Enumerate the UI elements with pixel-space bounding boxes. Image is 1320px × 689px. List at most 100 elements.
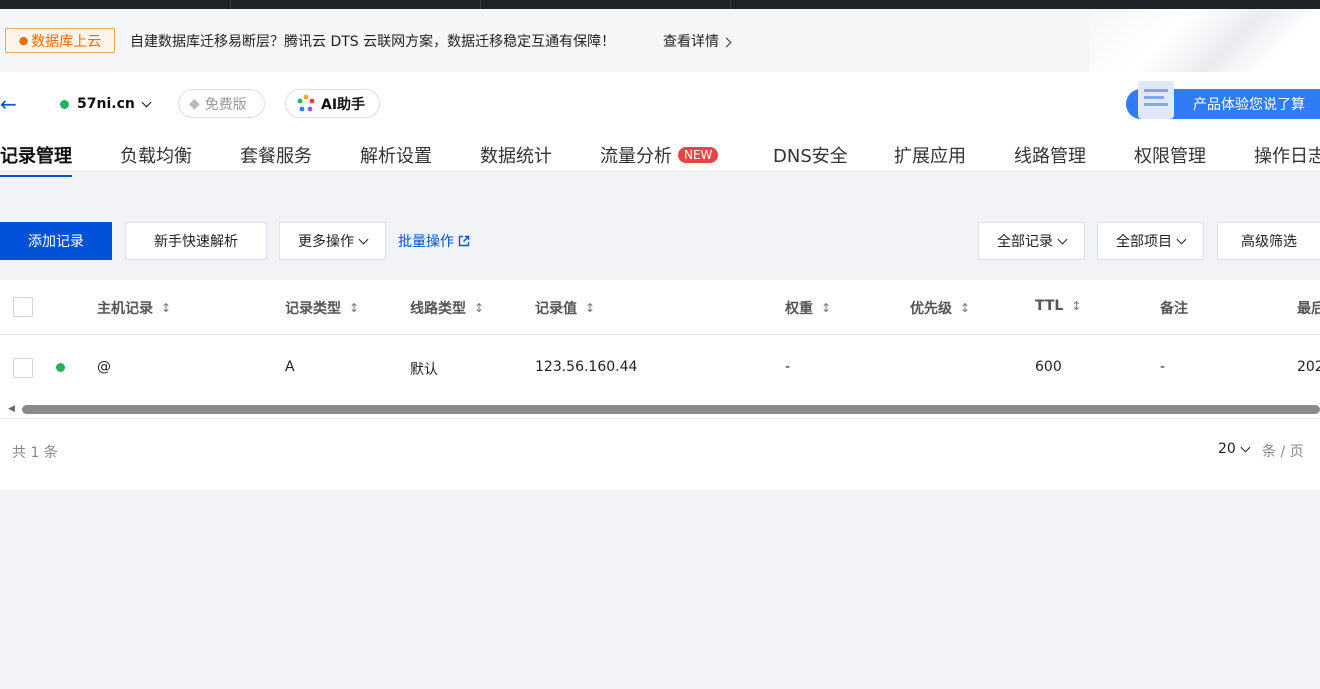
ai-assistant-button[interactable]: AI助手 bbox=[285, 89, 380, 118]
promo-link-label: 查看详情 bbox=[663, 34, 719, 50]
batch-actions-label: 批量操作 bbox=[398, 234, 454, 250]
status-dot bbox=[60, 99, 69, 109]
browser-top-bar bbox=[0, 0, 1320, 9]
sort-icon[interactable]: ↕ bbox=[161, 301, 171, 315]
sort-icon[interactable]: ↕ bbox=[349, 301, 359, 315]
tab-statistics[interactable]: 数据统计 bbox=[480, 142, 552, 168]
domain-selector[interactable]: 57ni.cn bbox=[60, 96, 152, 112]
page-size-value: 20 bbox=[1218, 441, 1236, 457]
chevron-down-icon bbox=[1176, 234, 1187, 244]
tab-settings[interactable]: 解析设置 bbox=[360, 142, 432, 168]
external-link-icon bbox=[458, 235, 470, 247]
column-header-weight: 权重 ↕ bbox=[785, 298, 831, 318]
tab-dns-security[interactable]: DNS安全 bbox=[773, 142, 848, 168]
chevron-down-icon bbox=[1240, 442, 1251, 452]
column-label: 权重 bbox=[785, 301, 813, 317]
batch-actions-link[interactable]: 批量操作 bbox=[398, 222, 470, 260]
column-label: 主机记录 bbox=[97, 301, 153, 317]
promo-text: 自建数据库迁移易断层？腾讯云 DTS 云联网方案，数据迁移稳定互通有保障！ bbox=[130, 34, 616, 50]
feedback-button[interactable]: 产品体验您说了算 bbox=[1126, 81, 1320, 119]
tab-traffic[interactable]: 流量分析 NEW bbox=[600, 142, 719, 168]
column-label: 记录类型 bbox=[285, 301, 341, 317]
tab-plan[interactable]: 套餐服务 bbox=[240, 142, 312, 168]
column-header-priority: 优先级 ↕ bbox=[910, 298, 970, 318]
row-checkbox[interactable] bbox=[13, 358, 33, 378]
cell-value: 123.56.160.44 bbox=[535, 359, 638, 375]
cell-last-modified: 202 bbox=[1297, 359, 1320, 375]
promo-details-link[interactable]: 查看详情 bbox=[663, 31, 732, 51]
promo-tag-label: 数据库上云 bbox=[31, 33, 102, 50]
plan-label: 免费版 bbox=[204, 96, 247, 113]
all-records-label: 全部记录 bbox=[997, 234, 1053, 250]
top-bar-divider bbox=[730, 0, 731, 9]
promo-tag[interactable]: ● 数据库上云 bbox=[5, 28, 115, 53]
column-label: TTL bbox=[1035, 298, 1064, 314]
tab-bar: 记录管理 负载均衡 套餐服务 解析设置 数据统计 流量分析 NEW DNS安全 扩… bbox=[0, 142, 1320, 177]
sort-icon[interactable]: ↕ bbox=[1071, 299, 1081, 313]
sort-icon[interactable]: ↕ bbox=[821, 301, 831, 315]
scrollbar-thumb[interactable] bbox=[22, 405, 1320, 414]
scroll-left-icon[interactable]: ◀ bbox=[8, 404, 15, 414]
chevron-down-icon bbox=[358, 234, 369, 244]
all-records-dropdown[interactable]: 全部记录 bbox=[978, 222, 1085, 260]
promo-banner: ● 数据库上云 自建数据库迁移易断层？腾讯云 DTS 云联网方案，数据迁移稳定互… bbox=[0, 9, 1320, 72]
diamond-icon: ◆ bbox=[189, 95, 200, 112]
promo-decoration bbox=[1090, 9, 1320, 72]
sort-icon[interactable]: ↕ bbox=[960, 301, 970, 315]
new-badge: NEW bbox=[678, 147, 719, 163]
chevron-down-icon bbox=[141, 97, 152, 107]
divider bbox=[0, 418, 1320, 419]
tab-lines[interactable]: 线路管理 bbox=[1014, 142, 1086, 168]
top-bar-divider bbox=[480, 0, 481, 9]
tab-extensions[interactable]: 扩展应用 bbox=[894, 142, 966, 168]
tab-logs[interactable]: 操作日志 bbox=[1254, 142, 1320, 168]
cell-ttl: 600 bbox=[1035, 359, 1062, 375]
feedback-label: 产品体验您说了算 bbox=[1193, 97, 1305, 113]
column-header-host: 主机记录 ↕ bbox=[97, 298, 171, 318]
records-table: 主机记录 ↕ 记录类型 ↕ 线路类型 ↕ 记录值 ↕ 权重 ↕ 优先级 ↕ TTL ↕ 备注 … bbox=[0, 280, 1320, 490]
tab-records[interactable]: 记录管理 bbox=[0, 142, 72, 177]
cell-type: A bbox=[285, 359, 295, 375]
tab-load-balance[interactable]: 负载均衡 bbox=[120, 142, 192, 168]
plan-badge[interactable]: ◆ 免费版 bbox=[178, 89, 265, 118]
column-header-value: 记录值 ↕ bbox=[535, 298, 595, 318]
column-header-ttl: TTL ↕ bbox=[1035, 298, 1081, 314]
domain-header: ← 57ni.cn ◆ 免费版 AI助手 产品体验您说了算 记录管理 负载均衡 … bbox=[0, 72, 1320, 177]
sort-icon[interactable]: ↕ bbox=[474, 301, 484, 315]
column-label: 记录值 bbox=[535, 301, 577, 317]
advanced-filter-button[interactable]: 高级筛选 bbox=[1217, 222, 1320, 260]
back-arrow-icon[interactable]: ← bbox=[0, 92, 17, 116]
ai-assistant-label: AI助手 bbox=[321, 96, 366, 113]
domain-name: 57ni.cn bbox=[77, 96, 135, 112]
tab-permissions[interactable]: 权限管理 bbox=[1134, 142, 1206, 168]
more-actions-label: 更多操作 bbox=[298, 234, 354, 250]
more-actions-dropdown[interactable]: 更多操作 bbox=[279, 222, 386, 260]
doc-line bbox=[1144, 96, 1164, 99]
all-items-dropdown[interactable]: 全部项目 bbox=[1097, 222, 1204, 260]
chevron-right-icon bbox=[721, 37, 732, 48]
column-label: 线路类型 bbox=[410, 301, 466, 317]
total-count: 共 1 条 bbox=[12, 445, 58, 461]
document-icon bbox=[1138, 81, 1174, 119]
cell-line: 默认 bbox=[410, 362, 438, 378]
doc-line bbox=[1144, 103, 1168, 106]
sort-icon[interactable]: ↕ bbox=[585, 301, 595, 315]
page-size-unit: 条 / 页 bbox=[1262, 444, 1304, 460]
doc-line bbox=[1144, 89, 1168, 92]
column-header-remark: 备注 bbox=[1160, 301, 1188, 317]
ai-sparkle-icon bbox=[297, 94, 315, 111]
select-all-checkbox[interactable] bbox=[13, 297, 33, 317]
cell-remark: - bbox=[1160, 359, 1166, 375]
tab-traffic-label: 流量分析 bbox=[600, 146, 672, 167]
horizontal-scrollbar[interactable]: ◀ bbox=[0, 403, 1320, 417]
all-items-label: 全部项目 bbox=[1116, 234, 1172, 250]
add-record-button[interactable]: 添加记录 bbox=[0, 222, 112, 260]
quick-setup-button[interactable]: 新手快速解析 bbox=[125, 222, 267, 260]
column-label: 优先级 bbox=[910, 301, 952, 317]
page-size-select[interactable]: 20 bbox=[1218, 441, 1251, 457]
column-header-last-modified: 最后 bbox=[1297, 301, 1320, 317]
top-bar-divider bbox=[230, 0, 231, 9]
cell-weight: - bbox=[785, 359, 791, 375]
cell-host: @ bbox=[97, 359, 111, 375]
column-header-line: 线路类型 ↕ bbox=[410, 298, 484, 318]
